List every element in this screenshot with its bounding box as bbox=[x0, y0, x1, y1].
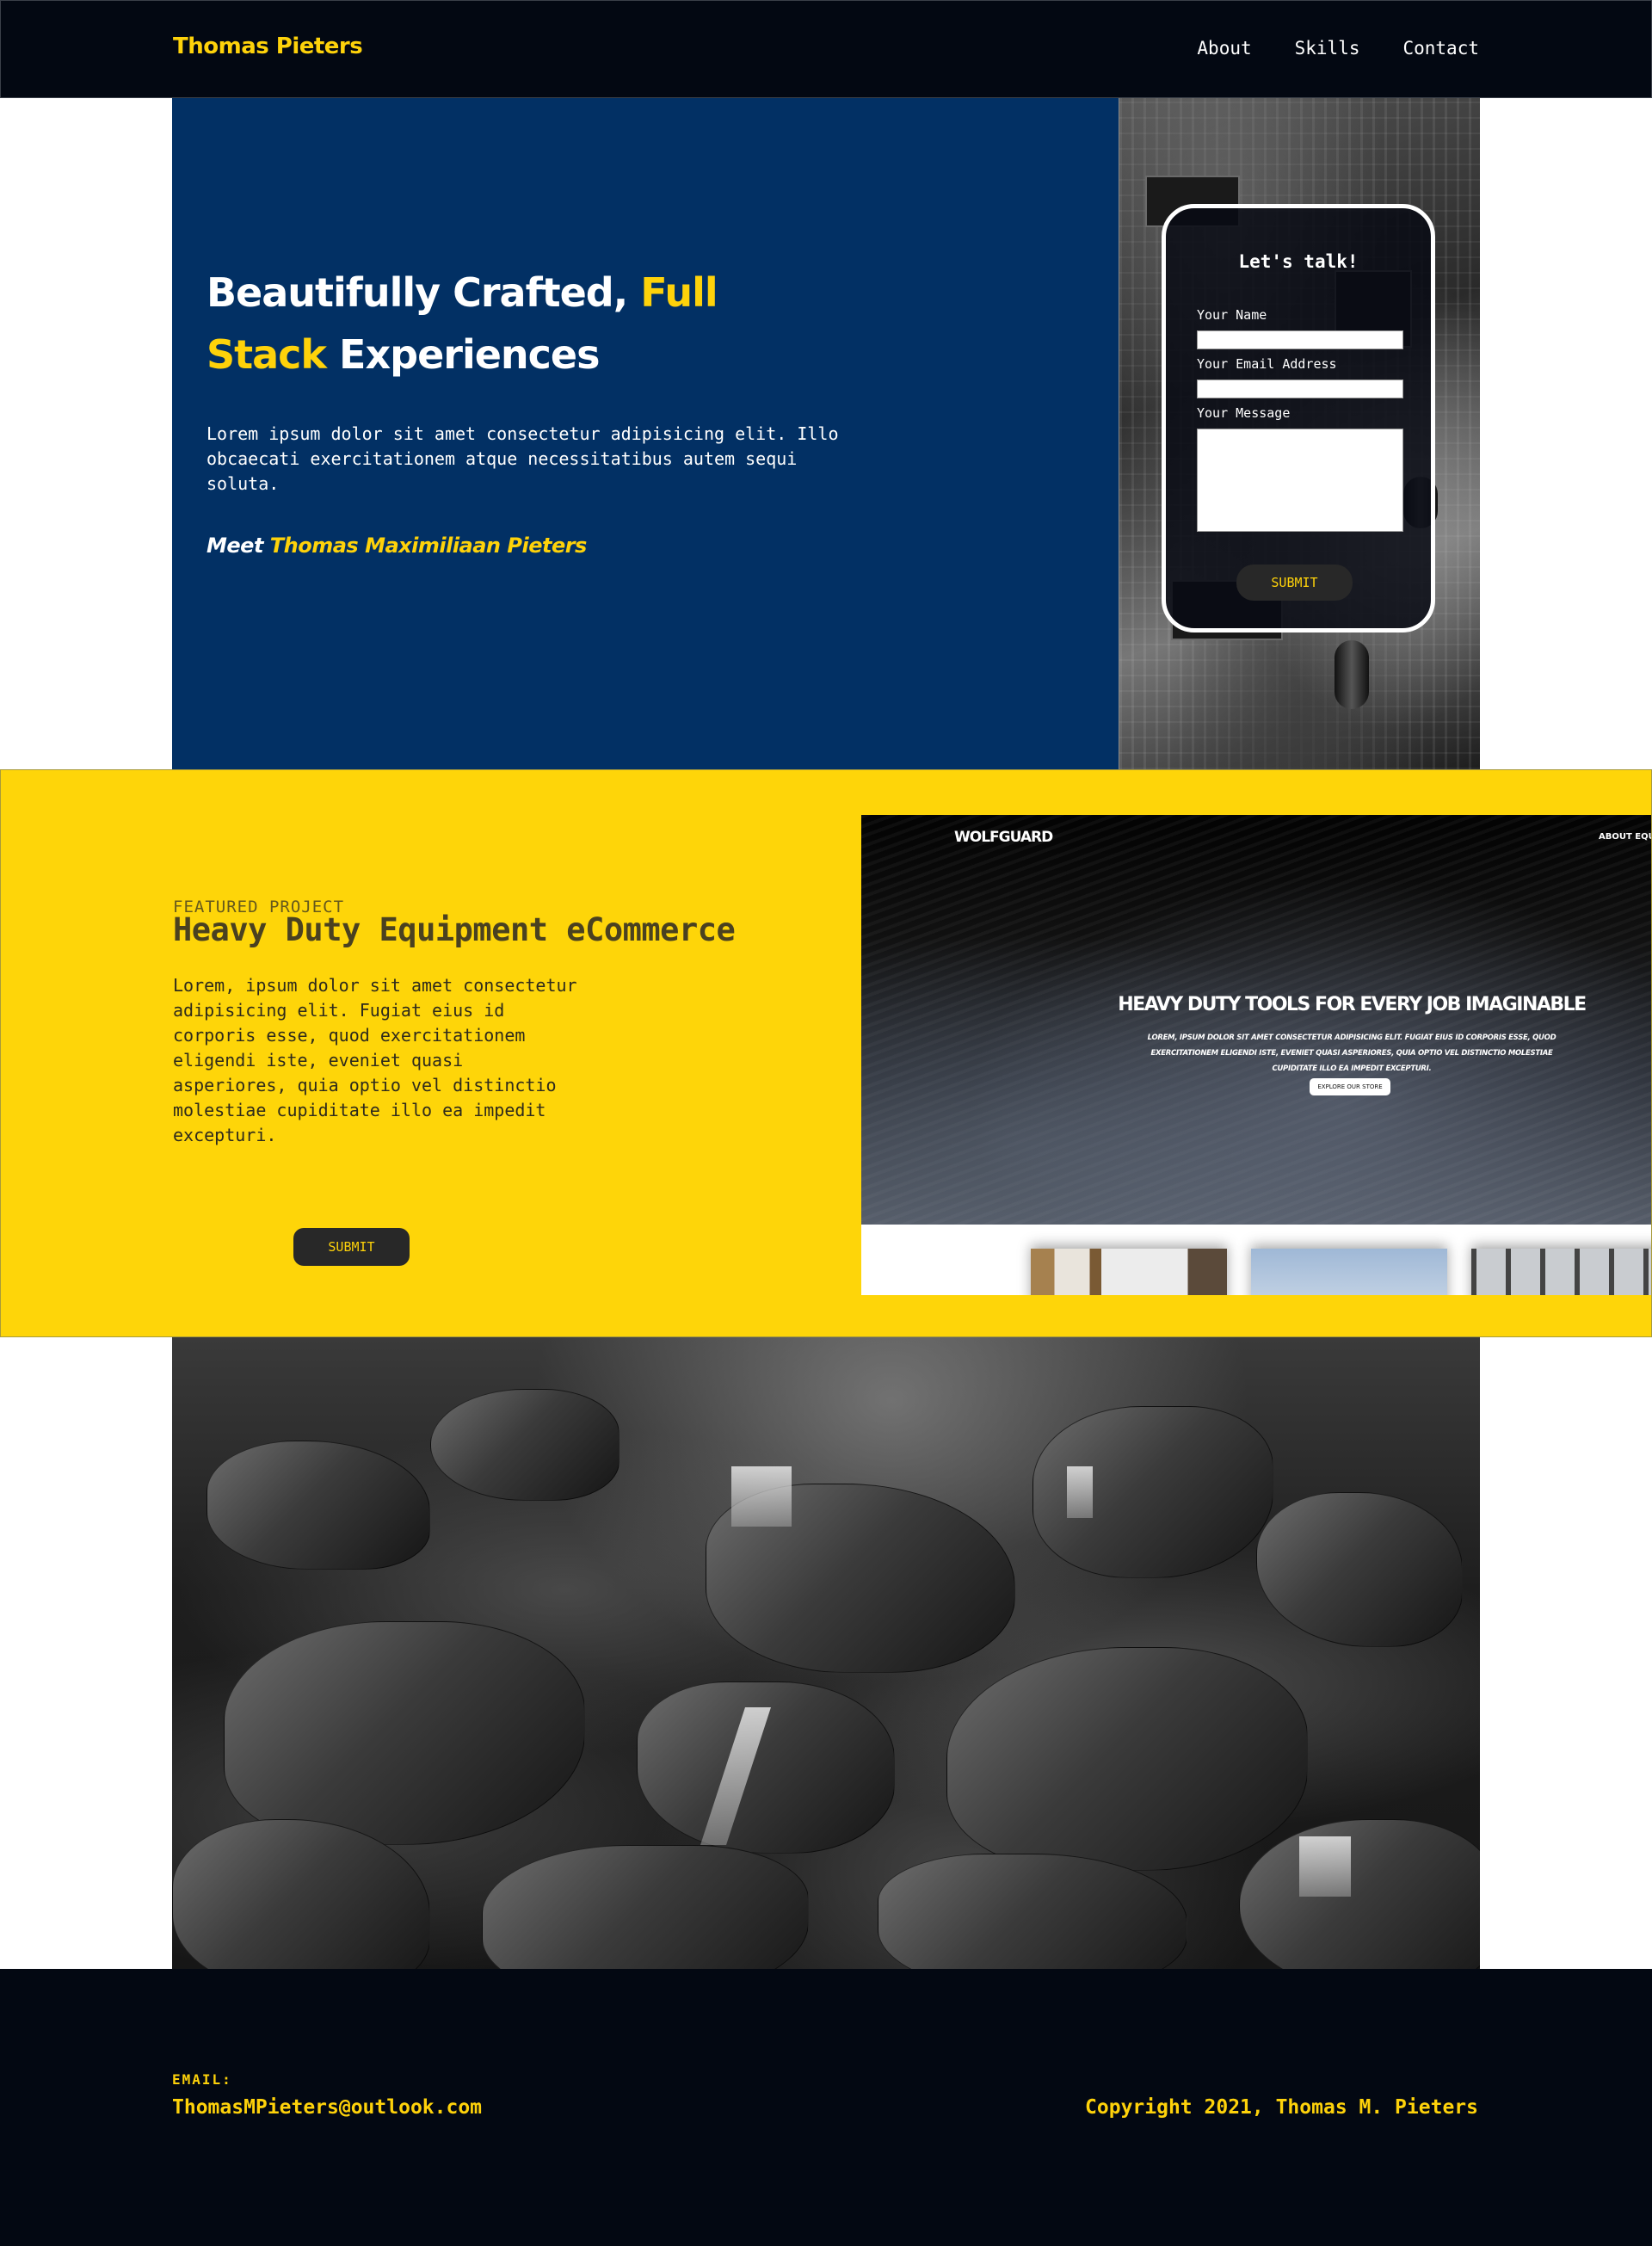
meet-prefix: Meet bbox=[206, 534, 263, 558]
hero-title: Beautifully Crafted, Full Stack Experien… bbox=[206, 262, 757, 386]
preview-hero: WOLFGUARD ABOUT EQUIP HEAVY DUTY TOOLS F… bbox=[861, 815, 1651, 1225]
message-field[interactable] bbox=[1197, 429, 1403, 532]
contact-title: Let's talk! bbox=[1238, 251, 1359, 272]
email-label: Your Email Address bbox=[1197, 356, 1337, 372]
hero-title-highlight2: Stack bbox=[206, 331, 327, 378]
footer-email-label: EMAIL: bbox=[172, 2071, 232, 2088]
contact-form: Let's talk! Your Name Your Email Address… bbox=[1162, 204, 1435, 632]
rock-shape bbox=[946, 1647, 1308, 1871]
preview-headline: HEAVY DUTY TOOLS FOR EVERY JOB IMAGINABL… bbox=[1118, 994, 1587, 1015]
email-field[interactable] bbox=[1197, 379, 1403, 398]
hero-title-part1: Beautifully Crafted, bbox=[206, 269, 628, 316]
hero-description: Lorem ipsum dolor sit amet consectetur a… bbox=[206, 423, 839, 494]
preview-nav: ABOUT EQUIP bbox=[1599, 832, 1651, 842]
rock-shape bbox=[878, 1854, 1187, 1969]
top-nav: Thomas Pieters About Skills Contact bbox=[0, 0, 1652, 98]
preview-subtext: LOREM, IPSUM DOLOR SIT AMET CONSECTETUR … bbox=[1147, 1034, 1556, 1073]
footer: EMAIL: ThomasMPieters@outlook.com Copyri… bbox=[0, 1969, 1652, 2246]
hero-section: Beautifully Crafted, Full Stack Experien… bbox=[172, 98, 1119, 769]
name-label: Your Name bbox=[1197, 307, 1267, 323]
brand-logo[interactable]: Thomas Pieters bbox=[173, 34, 363, 59]
preview-thumb-window bbox=[1471, 1249, 1651, 1295]
preview-explore-button: EXPLORE OUR STORE bbox=[1310, 1078, 1390, 1095]
featured-project-section: FEATURED PROJECT Heavy Duty Equipment eC… bbox=[0, 769, 1652, 1337]
hero-title-highlight1: Full bbox=[640, 269, 718, 316]
hero-meet: Meet Thomas Maximiliaan Pieters bbox=[206, 534, 587, 558]
rock-shape bbox=[206, 1441, 430, 1570]
nav-link-skills[interactable]: Skills bbox=[1295, 38, 1360, 59]
rock-shape bbox=[1239, 1819, 1480, 1969]
message-label: Your Message bbox=[1197, 405, 1291, 421]
waterfall-shape bbox=[1067, 1466, 1093, 1518]
nav-link-about[interactable]: About bbox=[1197, 38, 1251, 59]
rock-shape bbox=[430, 1389, 620, 1501]
footer-copyright: Copyright 2021, Thomas M. Pieters bbox=[1085, 2096, 1478, 2119]
rocks-waterfall-photo bbox=[172, 1337, 1480, 1969]
featured-title: Heavy Duty Equipment eCommerce bbox=[173, 911, 736, 948]
rock-shape bbox=[482, 1845, 809, 1969]
preview-thumb-sky bbox=[1251, 1249, 1447, 1295]
waterfall-shape bbox=[731, 1466, 792, 1527]
footer-email-link[interactable]: ThomasMPieters@outlook.com bbox=[172, 2096, 482, 2119]
rock-shape bbox=[224, 1621, 585, 1845]
meet-name: Thomas Maximiliaan Pieters bbox=[269, 534, 588, 558]
waterfall-shape bbox=[1299, 1836, 1351, 1897]
preview-logo: WOLFGUARD bbox=[954, 829, 1053, 846]
featured-description: Lorem, ipsum dolor sit amet consectetur … bbox=[173, 975, 577, 1145]
contact-submit-button[interactable]: SUBMIT bbox=[1236, 565, 1353, 601]
rock-shape bbox=[1256, 1492, 1463, 1647]
preview-thumb-workshop bbox=[1031, 1249, 1227, 1295]
hero-title-part2: Experiences bbox=[339, 331, 600, 378]
featured-submit-button[interactable]: SUBMIT bbox=[293, 1228, 410, 1266]
name-field[interactable] bbox=[1197, 330, 1403, 349]
nav-link-contact[interactable]: Contact bbox=[1402, 38, 1479, 59]
capacitor-shape bbox=[1335, 640, 1369, 709]
project-preview-screenshot[interactable]: WOLFGUARD ABOUT EQUIP HEAVY DUTY TOOLS F… bbox=[861, 815, 1651, 1295]
nav-links: About Skills Contact bbox=[1197, 38, 1479, 59]
